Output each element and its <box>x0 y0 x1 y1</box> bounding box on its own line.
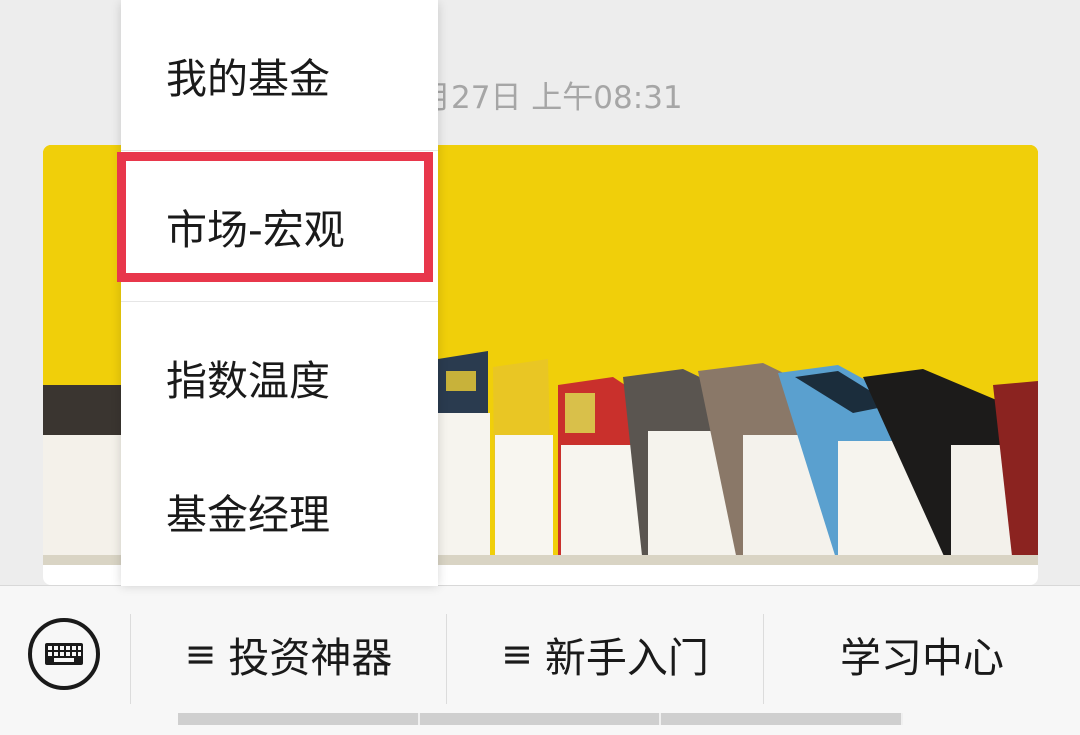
keyboard-icon[interactable] <box>28 618 100 690</box>
menu-list-icon: ≡ <box>501 632 533 676</box>
submenu-item-label: 我的基金 <box>166 55 330 103</box>
submenu-item-market-macro[interactable]: 市场-宏观 <box>121 151 438 302</box>
menu-beginner-guide[interactable]: ≡ 新手入门 <box>447 618 763 690</box>
menu-list-icon: ≡ <box>184 632 217 676</box>
nav-segment <box>178 713 420 725</box>
menu-label: 新手入门 <box>544 634 709 682</box>
submenu-popup: 我的基金 市场-宏观 指数温度 基金经理 <box>121 0 438 586</box>
system-nav-strip <box>178 713 904 725</box>
submenu-item-label: 指数温度 <box>166 357 330 405</box>
article-timestamp: 月27日 上午08:31 <box>420 80 683 116</box>
submenu-item-label: 基金经理 <box>166 490 330 539</box>
nav-segment <box>661 713 904 725</box>
submenu-item-label: 市场-宏观 <box>166 206 345 254</box>
submenu-item-my-funds[interactable]: 我的基金 <box>121 0 438 151</box>
bottom-menu-bar: ≡ 投资神器 ≡ 新手入门 学习中心 <box>0 585 1080 735</box>
nav-segment <box>419 713 662 725</box>
chat-page: 月27日 上午08:31 我的基金 市场-宏观 指数温度 基金经理 ≡ 投资神器… <box>0 0 1080 735</box>
menu-investment-tools[interactable]: ≡ 投资神器 <box>131 618 446 690</box>
submenu-item-fund-manager[interactable]: 基金经理 <box>121 435 438 586</box>
menu-label: 投资神器 <box>228 634 393 682</box>
menu-label: 学习中心 <box>840 634 1004 682</box>
menu-learning-center[interactable]: 学习中心 <box>764 618 1080 690</box>
submenu-item-index-temperature[interactable]: 指数温度 <box>121 302 438 453</box>
